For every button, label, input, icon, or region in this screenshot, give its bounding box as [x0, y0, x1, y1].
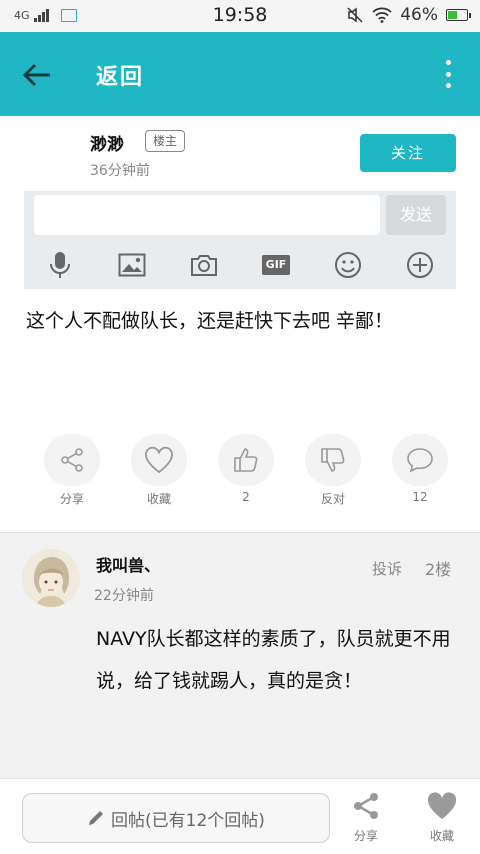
reply-time: 22分钟前	[94, 588, 154, 604]
voice-button[interactable]	[42, 247, 78, 283]
reply-author[interactable]: 我叫兽、	[96, 552, 160, 576]
wifi-icon	[372, 7, 392, 23]
favorite-action-circle	[131, 434, 187, 486]
thumbs-down-icon	[321, 448, 345, 472]
post-author[interactable]: 渺渺	[90, 130, 124, 155]
comment-action-circle	[392, 434, 448, 486]
image-button[interactable]	[114, 247, 150, 283]
comment-icon	[407, 448, 433, 473]
follow-button[interactable]: 关注	[360, 134, 456, 172]
avatar-image	[22, 549, 80, 607]
reply-field-placeholder: 回帖(已有12个回帖)	[111, 810, 265, 831]
composer-toolbar: GIF	[24, 247, 456, 283]
battery-percent: 46%	[400, 5, 438, 25]
status-bar: 4G 19:58 46%	[0, 0, 480, 32]
reply-field[interactable]: 回帖(已有12个回帖)	[22, 793, 330, 843]
microphone-icon	[50, 252, 70, 278]
dislike-label: 反对	[320, 492, 345, 506]
floor-number: 2楼	[425, 560, 452, 579]
mute-icon	[347, 7, 363, 23]
send-button[interactable]: 发送	[386, 195, 446, 235]
dislike-action[interactable]: 反对	[305, 434, 361, 507]
post-content: 这个人不配做队长，还是赶快下去吧 辛鄙！	[26, 310, 394, 332]
bottom-favorite-label: 收藏	[429, 829, 454, 843]
gif-button[interactable]: GIF	[258, 247, 294, 283]
page-title[interactable]: 返回	[96, 59, 144, 91]
back-button[interactable]	[20, 58, 60, 92]
emoji-icon	[335, 252, 361, 278]
bottom-bar: 回帖(已有12个回帖) 分享 收藏	[0, 778, 480, 854]
status-right: 46%	[346, 5, 471, 25]
more-dot	[445, 83, 451, 88]
more-vertical-icon	[445, 60, 451, 65]
heart-icon	[145, 446, 173, 474]
thumbs-up-icon	[234, 448, 258, 472]
like-action[interactable]: 2	[218, 434, 274, 504]
comment-count: 12	[412, 490, 428, 504]
like-action-circle	[218, 434, 274, 486]
bottom-share-button[interactable]: 分享	[342, 791, 390, 844]
app-bar: 返回	[0, 32, 480, 116]
avatar[interactable]	[22, 549, 80, 607]
pencil-icon	[89, 811, 104, 825]
camera-button[interactable]	[186, 247, 222, 283]
bottom-favorite-button[interactable]: 收藏	[418, 791, 466, 844]
plus-icon	[407, 252, 433, 278]
more-options-button[interactable]	[444, 60, 452, 88]
share-action-circle	[44, 434, 100, 486]
more-attachments-button[interactable]	[402, 247, 438, 283]
favorite-action[interactable]: 收藏	[131, 434, 187, 507]
share-icon	[61, 448, 83, 472]
favorite-label: 收藏	[146, 492, 171, 506]
emoji-button[interactable]	[330, 247, 366, 283]
reply-content: NAVY队长都这样的素质了，队员就更不用说，给了钱就踢人，真的是贪！	[96, 628, 451, 692]
reply-input[interactable]	[34, 195, 380, 235]
bottom-share-label: 分享	[353, 829, 378, 843]
dislike-action-circle	[305, 434, 361, 486]
more-dot	[445, 71, 451, 77]
battery-fill	[448, 11, 458, 19]
post-time: 36分钟前	[90, 163, 150, 179]
comment-action[interactable]: 12	[392, 434, 448, 504]
report-button[interactable]: 投诉	[372, 558, 402, 579]
arrow-left-icon	[22, 63, 50, 87]
gif-icon: GIF	[262, 255, 290, 275]
like-count: 2	[242, 490, 250, 504]
image-icon	[118, 253, 146, 277]
camera-icon	[191, 255, 217, 276]
reply-composer: 发送 GIF	[24, 191, 456, 289]
share-icon	[354, 793, 378, 819]
heart-icon	[427, 792, 457, 819]
share-action[interactable]: 分享	[44, 434, 100, 507]
share-label: 分享	[59, 492, 84, 506]
battery-icon	[446, 9, 471, 21]
op-badge: 楼主	[145, 130, 186, 152]
